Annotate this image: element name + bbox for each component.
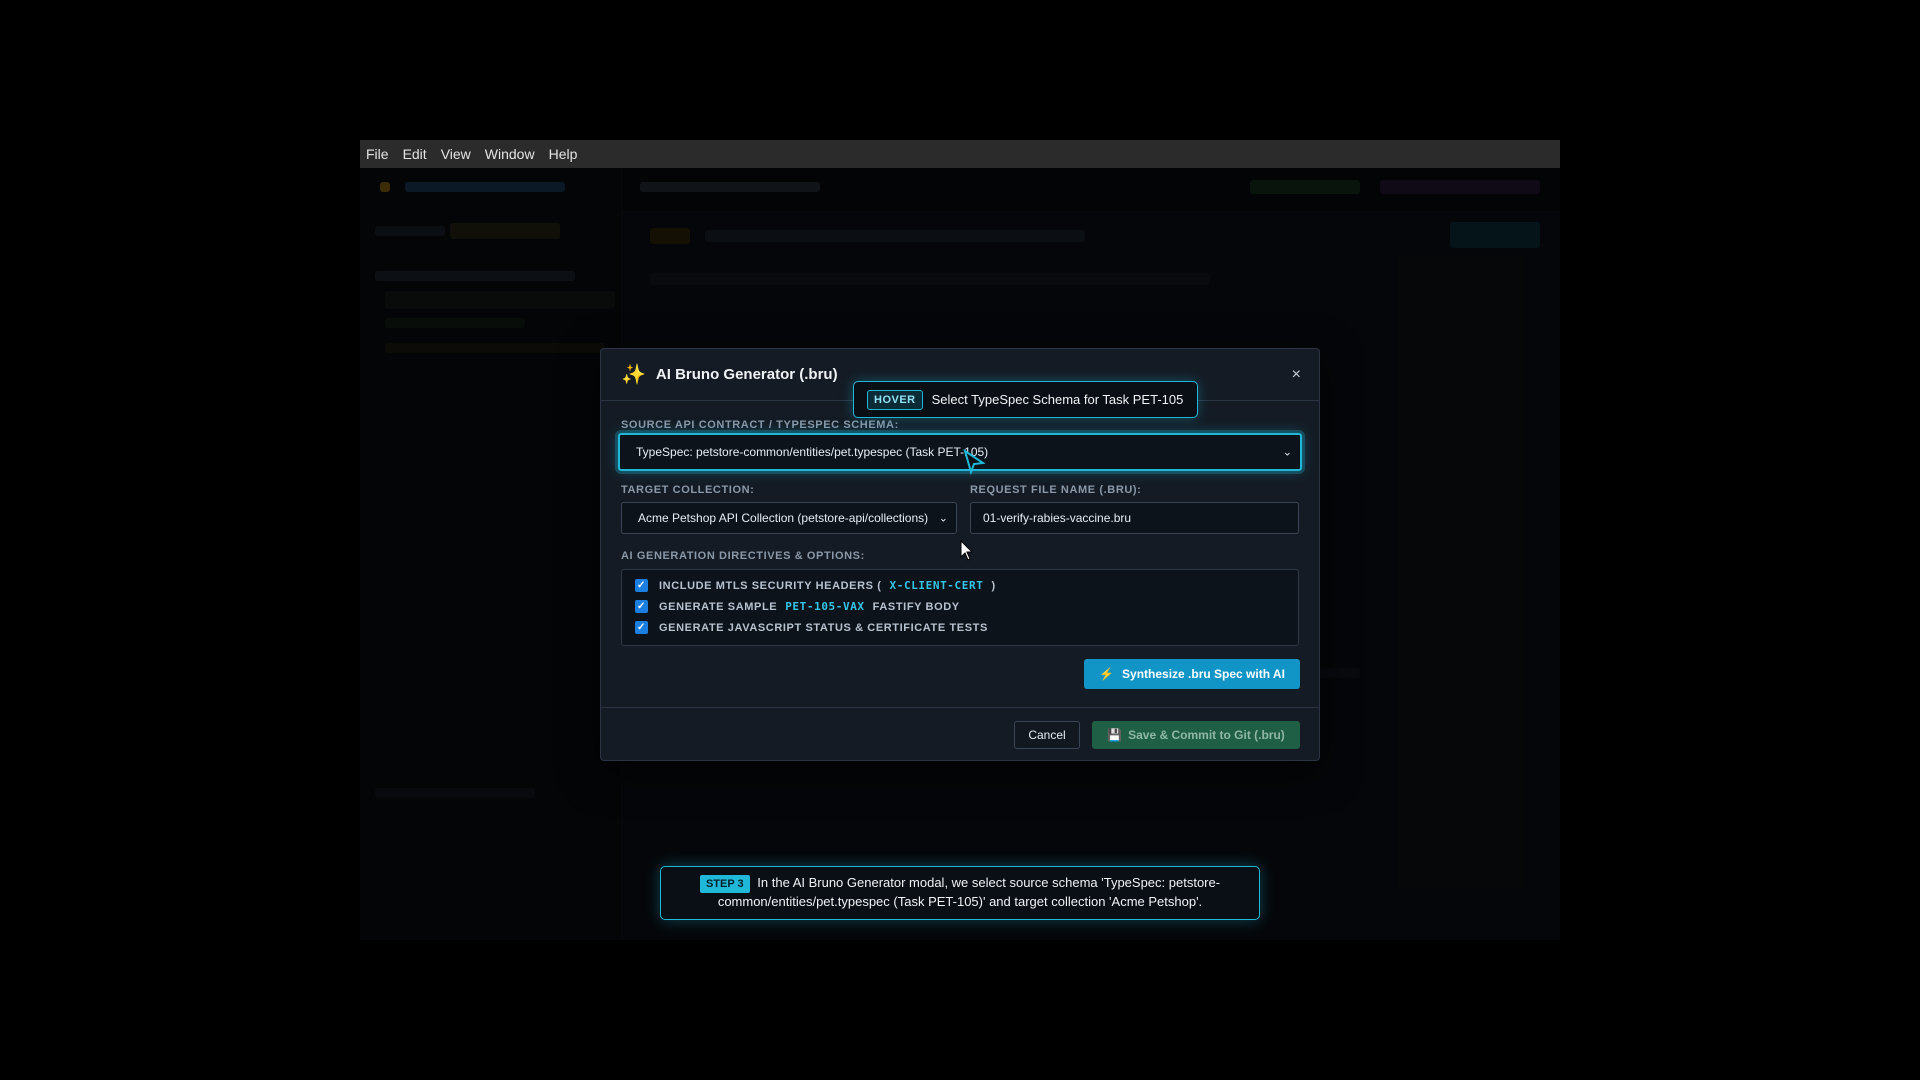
option-code: X-CLIENT-CERT (889, 579, 984, 592)
chevron-down-icon: ⌄ (1282, 446, 1292, 459)
floppy-icon: 💾 (1107, 728, 1123, 742)
option-code: PET-105-VAX (785, 600, 865, 613)
close-icon[interactable]: × (1292, 366, 1301, 384)
hover-text: Select TypeSpec Schema for Task PET-105 (931, 392, 1184, 407)
option-text: GENERATE JAVASCRIPT STATUS & CERTIFICATE… (659, 621, 988, 634)
option-sample-body[interactable]: ✓ GENERATE SAMPLE PET-105-VAX FASTIFY BO… (635, 600, 960, 613)
target-collection-select[interactable]: Acme Petshop API Collection (petstore-ap… (621, 502, 957, 534)
save-commit-label: Save & Commit to Git (.bru) (1128, 728, 1285, 742)
source-schema-select[interactable]: TypeSpec: petstore-common/entities/pet.t… (618, 433, 1302, 471)
filename-input[interactable]: 01-verify-rabies-vaccine.bru (970, 502, 1299, 534)
sparkle-icon: ✨ (621, 364, 646, 386)
option-text: GENERATE SAMPLE (659, 600, 778, 613)
synthesize-button[interactable]: ⚡ Synthesize .bru Spec with AI (1084, 659, 1300, 689)
hover-tooltip: HOVER Select TypeSpec Schema for Task PE… (853, 381, 1198, 418)
option-text: ) (991, 579, 996, 592)
save-commit-button[interactable]: 💾 Save & Commit to Git (.bru) (1092, 721, 1300, 749)
target-collection-label: TARGET COLLECTION: (621, 484, 755, 496)
filename-value: 01-verify-rabies-vaccine.bru (983, 511, 1132, 525)
menu-help[interactable]: Help (549, 146, 578, 162)
cancel-button[interactable]: Cancel (1014, 721, 1080, 749)
option-js-tests[interactable]: ✓ GENERATE JAVASCRIPT STATUS & CERTIFICA… (635, 621, 988, 634)
option-mtls-headers[interactable]: ✓ INCLUDE MTLS SECURITY HEADERS ( X-CLIE… (635, 579, 996, 592)
chevron-down-icon: ⌄ (938, 512, 948, 525)
checkbox-checked-icon[interactable]: ✓ (635, 579, 648, 592)
modal-title: AI Bruno Generator (.bru) (655, 366, 838, 383)
source-schema-label: SOURCE API CONTRACT / TYPESPEC SCHEMA: (621, 419, 899, 431)
synthesize-label: Synthesize .bru Spec with AI (1122, 667, 1285, 681)
lightning-icon: ⚡ (1099, 667, 1115, 681)
hover-tag: HOVER (867, 389, 923, 410)
filename-label: REQUEST FILE NAME (.BRU): (970, 484, 1142, 496)
target-collection-value: Acme Petshop API Collection (petstore-ap… (638, 511, 929, 525)
menu-window[interactable]: Window (485, 146, 535, 162)
directives-box: ✓ INCLUDE MTLS SECURITY HEADERS ( X-CLIE… (621, 569, 1299, 646)
option-text: INCLUDE MTLS SECURITY HEADERS ( (659, 579, 882, 592)
checkbox-checked-icon[interactable]: ✓ (635, 600, 648, 613)
modal-footer-divider (601, 707, 1319, 708)
highlight-cursor-icon (963, 449, 985, 475)
step-text: In the AI Bruno Generator modal, we sele… (717, 875, 1221, 909)
option-text: FASTIFY BODY (872, 600, 960, 613)
step-tag: STEP 3 (699, 875, 750, 893)
checkbox-checked-icon[interactable]: ✓ (635, 621, 648, 634)
source-schema-value: TypeSpec: petstore-common/entities/pet.t… (636, 445, 989, 459)
menu-view[interactable]: View (441, 146, 471, 162)
menu-edit[interactable]: Edit (403, 146, 427, 162)
menu-bar: File Edit View Window Help (360, 140, 1560, 168)
menu-file[interactable]: File (366, 146, 389, 162)
mouse-pointer-icon (960, 540, 974, 561)
step-caption: STEP 3 In the AI Bruno Generator modal, … (660, 866, 1260, 920)
directives-label: AI GENERATION DIRECTIVES & OPTIONS: (621, 550, 865, 562)
